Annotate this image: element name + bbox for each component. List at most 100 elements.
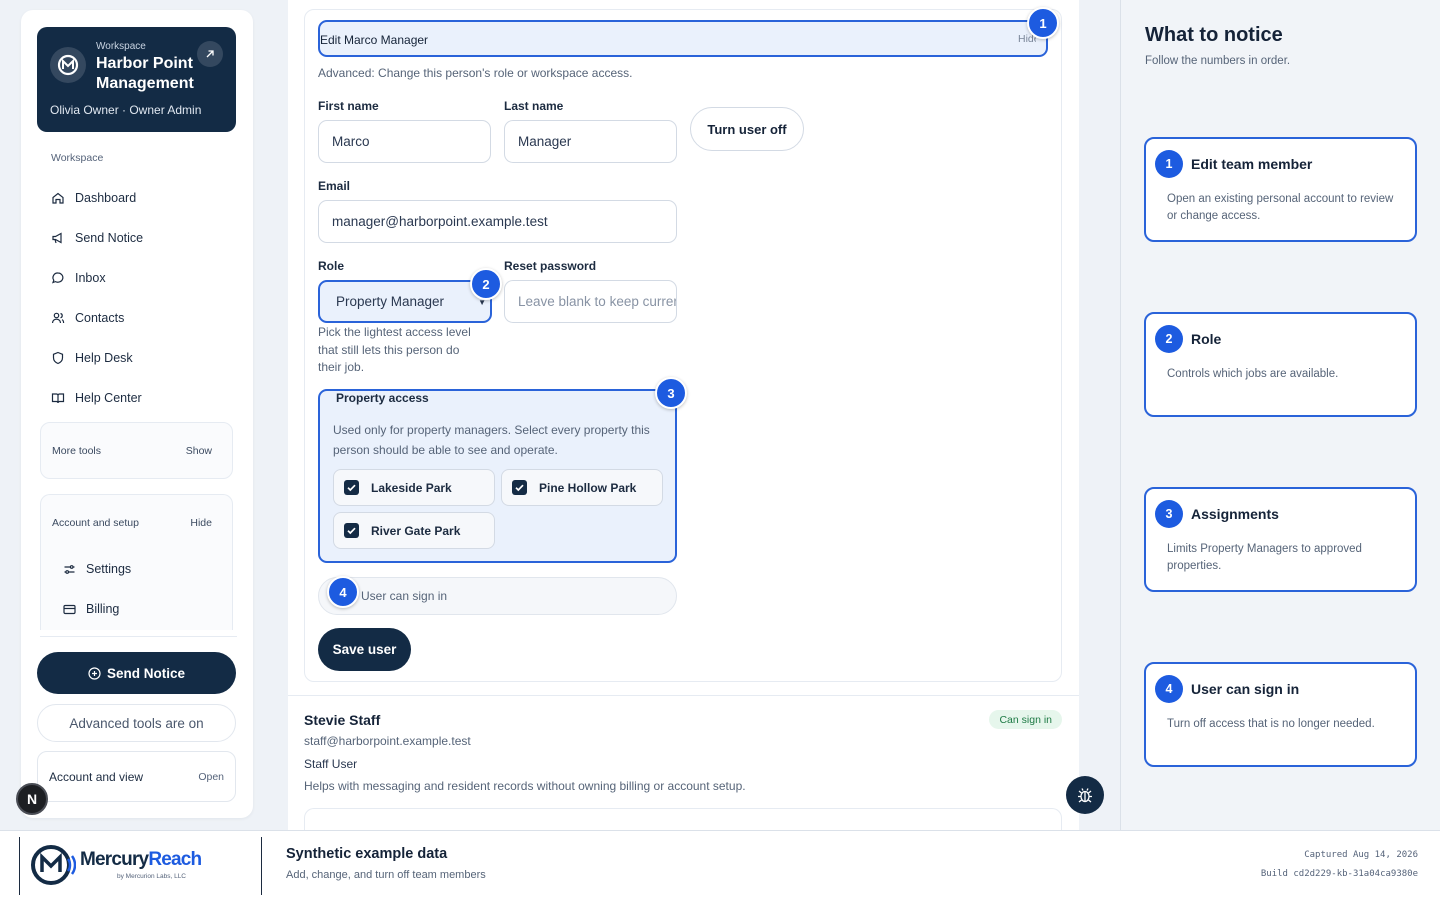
book-icon (51, 393, 65, 404)
member-email: staff@harborpoint.example.test (304, 734, 471, 748)
step-description: Turn off access that is no longer needed… (1167, 718, 1375, 730)
guide-step-2: 2 Role Controls which jobs are available… (1144, 312, 1417, 417)
step-description: Limits Property Managers to approved pro… (1167, 543, 1362, 572)
sidebar-divider (40, 636, 237, 637)
chat-bubble-icon (52, 272, 64, 284)
checkbox-checked-icon (344, 480, 359, 495)
account-setup-hide-toggle[interactable]: Hide (190, 517, 212, 529)
guide-subtitle: Follow the numbers in order. (1145, 55, 1291, 67)
more-tools-label: More tools (52, 445, 102, 457)
edit-user-title: Edit Marco Manager (320, 33, 429, 47)
member-divider (288, 695, 1079, 696)
send-notice-label: Send Notice (106, 665, 185, 681)
mercury-logo-icon (50, 47, 86, 83)
workspace-name: Harbor Point Management (96, 55, 194, 92)
brand-block: MercuryReach by Mercurion Labs, LLC (19, 837, 262, 895)
home-icon (52, 192, 64, 204)
edit-helper-text: Advanced: Change this person's role or w… (318, 66, 633, 80)
property-access-fieldset: Property access Used only for property m… (318, 389, 677, 563)
brand-reach: Reach (148, 849, 202, 870)
footer-subtitle: Add, change, and turn off team members (286, 869, 486, 881)
plus-circle-icon (88, 666, 101, 680)
sidebar-item-inbox[interactable]: Inbox (51, 258, 231, 298)
step-title: Edit team member (1191, 156, 1313, 172)
property-label: River Gate Park (371, 523, 461, 538)
sidebar-item-label: Billing (86, 602, 120, 616)
property-access-legend: Property access (336, 391, 429, 405)
first-name-field[interactable]: Marco (318, 120, 491, 163)
bug-report-icon[interactable] (1066, 776, 1104, 814)
account-view-card[interactable]: Account and view Open (37, 751, 236, 802)
account-setup-label: Account and setup (52, 517, 139, 529)
property-checkbox-river-gate[interactable]: River Gate Park (333, 512, 495, 549)
guide-step-4: 4 User can sign in Turn off access that … (1144, 662, 1417, 767)
marker-3: 3 (655, 377, 687, 409)
footer: MercuryReach by Mercurion Labs, LLC Synt… (0, 830, 1440, 900)
sidebar-item-settings[interactable]: Settings (63, 562, 131, 576)
external-link-icon[interactable] (197, 41, 223, 67)
brand-mercury: Mercury (80, 849, 149, 870)
sidebar-section-label: Workspace (51, 152, 104, 164)
step-number: 2 (1155, 325, 1183, 353)
last-name-field[interactable]: Manager (504, 120, 677, 163)
mercury-reach-logo-icon (31, 845, 76, 885)
guide-panel: What to notice Follow the numbers in ord… (1120, 0, 1440, 830)
turn-user-off-button[interactable]: Turn user off (690, 107, 804, 151)
reset-password-label: Reset password (504, 259, 597, 273)
n-dev-badge[interactable]: N (16, 783, 48, 815)
marker-1: 1 (1027, 7, 1059, 39)
workspace-card[interactable]: Workspace Harbor Point Management Olivia… (37, 27, 236, 132)
account-view-open-link[interactable]: Open (198, 771, 224, 783)
member-description: Helps with messaging and resident record… (304, 779, 746, 793)
workspace-user: Olivia Owner · Owner Admin (50, 103, 202, 117)
save-user-button[interactable]: Save user (318, 628, 411, 671)
sidebar-item-label: Send Notice (75, 231, 144, 245)
account-setup-panel: Account and setup Hide Settings Billing (40, 494, 233, 630)
sidebar-item-label: Contacts (75, 311, 125, 325)
sidebar-item-billing[interactable]: Billing (63, 602, 119, 616)
edit-user-summary[interactable]: Edit Marco Manager Hide (318, 20, 1048, 57)
guide-title: What to notice (1145, 24, 1283, 46)
step-number: 1 (1155, 150, 1183, 178)
marker-4: 4 (327, 576, 359, 608)
sidebar-item-label: Inbox (75, 271, 106, 285)
property-checkbox-lakeside[interactable]: Lakeside Park (333, 469, 495, 506)
send-notice-button[interactable]: Send Notice (37, 652, 236, 694)
sidebar-item-contacts[interactable]: Contacts (51, 298, 231, 338)
role-select[interactable]: Property Manager ▼ (318, 280, 492, 323)
member-name[interactable]: Stevie Staff (304, 712, 380, 728)
checkbox-checked-icon (512, 480, 527, 495)
megaphone-icon (52, 232, 62, 244)
member-role: Staff User (304, 757, 358, 771)
property-label: Pine Hollow Park (539, 480, 637, 495)
property-checkbox-pine-hollow[interactable]: Pine Hollow Park (501, 469, 663, 506)
step-number: 4 (1155, 675, 1183, 703)
reset-password-field[interactable]: Leave blank to keep current password (504, 280, 677, 323)
last-name-label: Last name (504, 99, 564, 113)
marker-2: 2 (470, 268, 502, 300)
sidebar-item-help-center[interactable]: Help Center (51, 378, 231, 418)
sidebar-item-dashboard[interactable]: Dashboard (51, 178, 231, 218)
sidebar-item-help-desk[interactable]: Help Desk (51, 338, 231, 378)
step-title: User can sign in (1191, 681, 1300, 697)
role-label: Role (318, 259, 345, 273)
first-name-label: First name (318, 99, 379, 113)
sidebar-item-label: Settings (86, 562, 132, 576)
main-content: Edit Marco Manager Hide 1 Advanced: Chan… (288, 0, 1079, 848)
email-field[interactable]: manager@harborpoint.example.test (318, 200, 677, 243)
sidebar-item-label: Help Center (75, 391, 142, 405)
sidebar-item-label: Help Desk (75, 351, 133, 365)
step-number: 3 (1155, 500, 1183, 528)
shield-icon (52, 351, 64, 365)
more-tools-panel: More tools Show (40, 422, 233, 479)
advanced-tools-pill[interactable]: Advanced tools are on (37, 704, 236, 742)
status-badge: Can sign in (989, 710, 1062, 729)
sidebar-item-send-notice[interactable]: Send Notice (51, 218, 231, 258)
checkbox-checked-icon (344, 523, 359, 538)
more-tools-show-toggle[interactable]: Show (186, 445, 212, 457)
role-select-value: Property Manager (336, 294, 445, 309)
step-description: Open an existing personal account to rev… (1167, 193, 1394, 222)
workspace-kicker: Workspace (96, 41, 146, 52)
user-can-sign-in-toggle[interactable]: User can sign in (318, 577, 677, 615)
property-access-helper: Used only for property managers. Select … (333, 423, 650, 457)
